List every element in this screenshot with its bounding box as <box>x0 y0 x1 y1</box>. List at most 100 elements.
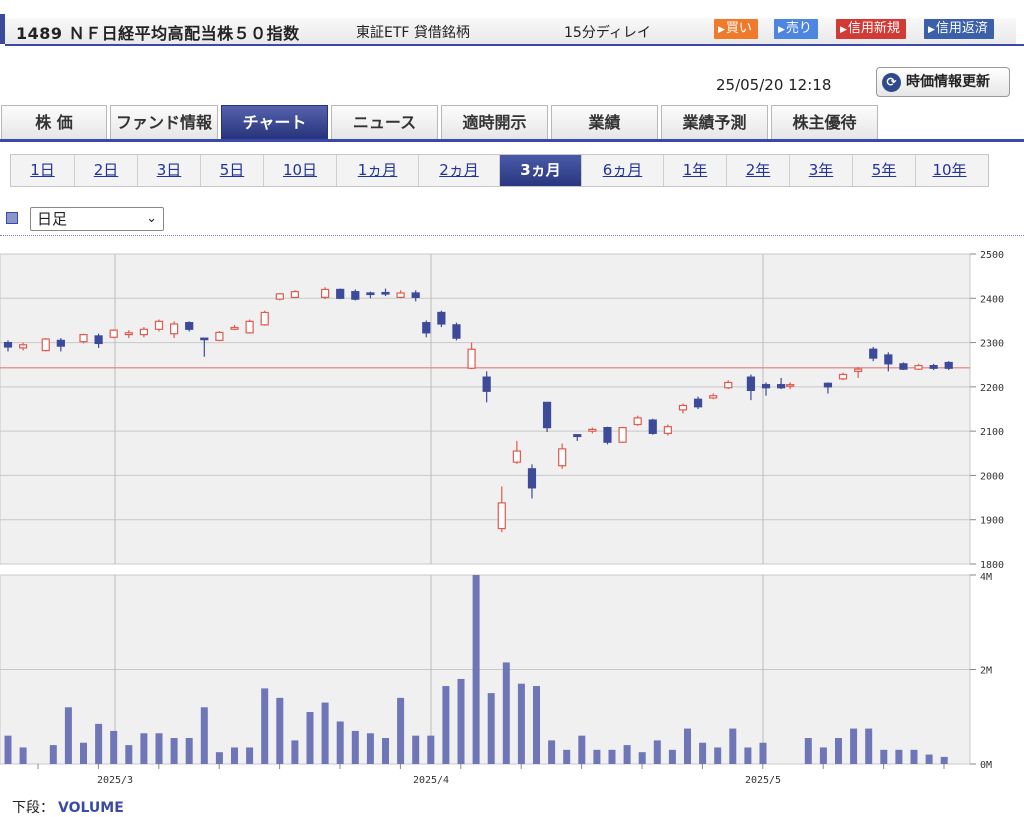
period-8[interactable]: 3ヵ月 <box>500 155 582 186</box>
period-7[interactable]: 2ヵ月 <box>419 155 500 186</box>
volume-bar <box>910 749 918 764</box>
candle-down <box>185 322 194 330</box>
volume-bar <box>865 728 873 764</box>
footer-prefix: 下段： <box>12 800 54 816</box>
volume-bar <box>397 697 405 764</box>
header-rule <box>5 44 1024 46</box>
volume-bar <box>291 740 299 764</box>
candle-up <box>290 291 299 298</box>
volume-tick-label: 2M <box>980 666 992 677</box>
sell-button[interactable]: ▶売り <box>774 19 818 39</box>
period-3[interactable]: 3日 <box>138 155 201 186</box>
tab-1[interactable]: 株 価 <box>1 105 107 139</box>
period-4[interactable]: 5日 <box>201 155 264 186</box>
volume-bar <box>246 747 254 764</box>
volume-bar <box>19 747 27 764</box>
candle-down <box>823 382 833 388</box>
period-14[interactable]: 10年 <box>916 155 983 186</box>
x-axis-label: 2025/3 <box>97 775 133 786</box>
volume-bar <box>125 745 133 764</box>
candle-type-select[interactable]: 日足 ⌄ <box>30 207 164 231</box>
volume-bar <box>759 742 767 764</box>
volume-bar <box>140 733 148 764</box>
candle-down <box>761 384 771 389</box>
price-tick-label: 2400 <box>980 294 1004 305</box>
volume-bar <box>548 740 556 764</box>
candle-down <box>482 376 491 392</box>
volume-bar <box>850 728 858 764</box>
tab-7[interactable]: 業績予測 <box>661 105 768 139</box>
volume-bar <box>64 707 72 764</box>
volume-bar <box>880 749 888 764</box>
tab-8[interactable]: 株主優待 <box>771 105 878 139</box>
volume-tick-label: 0M <box>980 760 992 771</box>
volume-bar <box>382 738 389 764</box>
candle-down <box>411 292 420 298</box>
candle-down <box>422 322 431 334</box>
candle-down <box>944 361 953 369</box>
volume-bar <box>895 749 903 764</box>
volume-bar <box>517 683 525 764</box>
period-12[interactable]: 3年 <box>790 155 853 186</box>
play-icon: ▶ <box>778 25 785 35</box>
margin-new-button[interactable]: ▶信用新規 <box>836 19 906 39</box>
volume-bar <box>593 749 601 764</box>
price-tick-label: 2100 <box>980 427 1004 438</box>
candle-up <box>19 344 28 349</box>
candle-down <box>899 363 908 370</box>
delay-label: 15分ディレイ <box>564 25 651 41</box>
main-tabs: 株 価ファンド情報 チャート ニュース 適時開示 業績 業績予測 株主優待 <box>0 104 1024 142</box>
refresh-button[interactable]: ⟳ 時価情報更新 <box>876 67 1010 97</box>
play-icon: ▶ <box>928 25 935 35</box>
volume-bar <box>4 735 12 764</box>
candle-up <box>396 292 405 298</box>
period-11[interactable]: 2年 <box>727 155 790 186</box>
margin-new-label: 信用新規 <box>847 21 900 36</box>
x-axis-label: 2025/4 <box>413 775 449 786</box>
volume-bar <box>684 728 691 764</box>
period-13[interactable]: 5年 <box>853 155 916 186</box>
tab-3[interactable]: チャート <box>221 105 328 139</box>
margin-return-button[interactable]: ▶信用返済 <box>924 19 994 39</box>
candle-up <box>139 328 148 336</box>
volume-bar <box>110 730 118 764</box>
security-title: 1489 ＮＦ日経平均高配当株５０指数 <box>16 24 300 43</box>
candle-up <box>724 381 733 389</box>
play-icon: ▶ <box>840 25 847 35</box>
tab-6[interactable]: 業績 <box>551 105 658 139</box>
volume-bar <box>729 728 737 764</box>
tab-5[interactable]: 適時開示 <box>441 105 548 139</box>
candle-up <box>678 404 688 411</box>
volume-bar <box>638 752 646 764</box>
volume-bar <box>261 688 269 764</box>
volume-indicator-link[interactable]: VOLUME <box>58 800 124 816</box>
volume-bar <box>427 735 435 764</box>
candle-up <box>41 338 50 352</box>
period-1[interactable]: 1日 <box>11 155 75 186</box>
volume-bar <box>487 693 495 764</box>
period-10[interactable]: 1年 <box>664 155 727 186</box>
buy-button[interactable]: ▶買い <box>714 19 758 39</box>
period-9[interactable]: 6ヵ月 <box>582 155 664 186</box>
volume-bar <box>351 730 359 764</box>
volume-bar <box>472 575 480 764</box>
play-icon: ▶ <box>718 25 725 35</box>
candle-up <box>663 426 672 434</box>
candle-up <box>154 320 164 330</box>
period-6[interactable]: 1ヵ月 <box>337 155 419 186</box>
candle-down <box>381 291 390 295</box>
volume-bar <box>835 738 842 764</box>
candle-up <box>497 502 506 530</box>
period-2[interactable]: 2日 <box>75 155 138 186</box>
volume-bar <box>276 697 284 764</box>
tab-2[interactable]: ファンド情報 <box>110 105 218 139</box>
volume-bar <box>200 707 208 764</box>
period-5[interactable]: 10日 <box>264 155 337 186</box>
volume-bar <box>533 686 540 764</box>
candle-up <box>558 448 567 467</box>
candle-up <box>215 331 224 341</box>
volume-bar <box>95 723 103 764</box>
tab-4[interactable]: ニュース <box>331 105 438 139</box>
volume-bar <box>215 752 223 764</box>
volume-bar <box>442 686 450 764</box>
